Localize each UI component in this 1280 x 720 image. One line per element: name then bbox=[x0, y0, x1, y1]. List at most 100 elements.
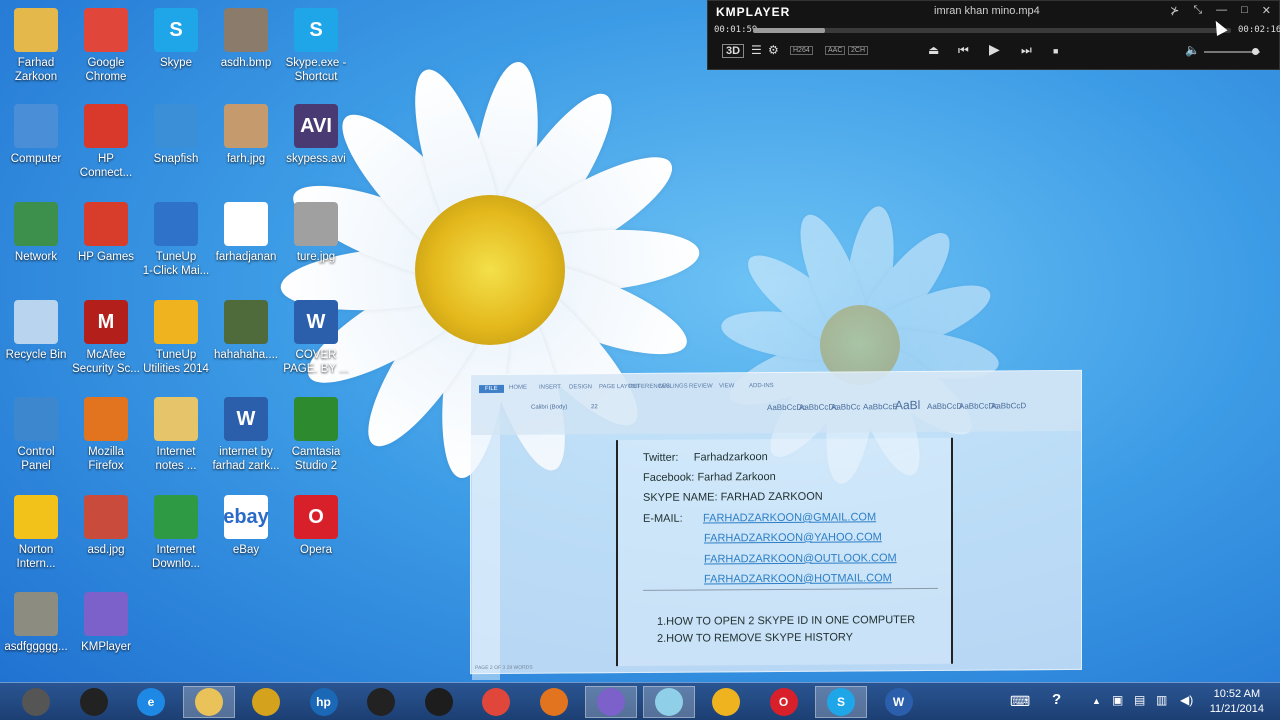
3d-button[interactable]: 3D bbox=[722, 44, 745, 58]
firefox-icon bbox=[539, 688, 568, 716]
previous-icon[interactable]: ⏮ bbox=[958, 43, 969, 58]
desktop-icon[interactable]: M McAfee Security Sc... bbox=[70, 300, 142, 376]
desktop-icon[interactable]: Norton Intern... bbox=[0, 495, 72, 571]
desktop-icon[interactable]: HP Connect... bbox=[70, 104, 142, 180]
volume-slider[interactable] bbox=[1204, 48, 1260, 55]
seek-bar[interactable] bbox=[753, 28, 1231, 33]
desktop-icon[interactable]: O Opera bbox=[280, 495, 352, 557]
system-clock[interactable]: 10:52 AM 11/21/2014 bbox=[1210, 687, 1264, 717]
volume-tray-icon[interactable]: ◀) bbox=[1180, 693, 1193, 707]
desktop-icon[interactable]: farh.jpg bbox=[210, 104, 282, 166]
desktop-icon[interactable]: ebay eBay bbox=[210, 495, 282, 557]
style-preset[interactable]: AaBbCcD bbox=[927, 402, 962, 411]
network-tray-icon[interactable]: ▥ bbox=[1156, 693, 1167, 707]
desktop-icon-label: HP bbox=[98, 153, 114, 165]
maximize-icon[interactable]: □ bbox=[1241, 4, 1248, 17]
desktop-icon[interactable]: AVI skypess.avi bbox=[280, 104, 352, 166]
desktop-icon[interactable]: asdfggggg... bbox=[0, 592, 72, 654]
next-icon[interactable]: ⏭ bbox=[1021, 43, 1032, 58]
ribbon-tab[interactable]: ADD-INS bbox=[749, 383, 774, 389]
ribbon-tab[interactable]: VIEW bbox=[719, 383, 734, 389]
close-icon[interactable]: ✕ bbox=[1262, 4, 1271, 17]
play-icon[interactable]: ▶ bbox=[989, 41, 1000, 58]
desktop-icon[interactable]: hahahaha.... bbox=[210, 300, 282, 362]
email-link[interactable]: FARHADZARKOON@HOTMAIL.COM bbox=[704, 572, 892, 585]
desktop-icon[interactable]: asdh.bmp bbox=[210, 8, 282, 70]
desktop-icon[interactable]: S Skype bbox=[140, 8, 212, 70]
playlist-icon[interactable]: ☰ bbox=[751, 43, 762, 57]
taskbar-button[interactable] bbox=[470, 686, 522, 718]
word-window[interactable]: Calibri (Body) 22 FILE HOME INSERT DESIGN PA… bbox=[470, 369, 1082, 675]
minimize-icon[interactable]: — bbox=[1216, 4, 1227, 17]
taskbar-button[interactable] bbox=[528, 686, 580, 718]
desktop-icon[interactable]: TuneUp 1-Click Mai... bbox=[140, 202, 212, 278]
desktop-icon[interactable]: Control Panel bbox=[0, 397, 72, 473]
taskbar-button[interactable]: O bbox=[758, 686, 810, 718]
settings-gear-icon[interactable]: ⚙ bbox=[768, 43, 779, 57]
taskbar-button[interactable]: hp bbox=[298, 686, 350, 718]
email-link[interactable]: FARHADZARKOON@GMAIL.COM bbox=[703, 511, 876, 524]
ribbon-tab[interactable]: MAILINGS bbox=[659, 384, 688, 390]
desktop-icon[interactable]: Farhad Zarkoon bbox=[0, 8, 72, 84]
ribbon-tab[interactable]: FILE bbox=[479, 384, 504, 394]
stop-icon[interactable]: ■ bbox=[1053, 46, 1058, 56]
desktop-icon[interactable]: Internet notes ... bbox=[140, 397, 212, 473]
tray-app-icon[interactable]: ▣ bbox=[1112, 693, 1123, 707]
taskbar-button[interactable] bbox=[413, 686, 465, 718]
ribbon-tab[interactable]: DESIGN bbox=[569, 384, 592, 390]
taskbar-button[interactable]: W bbox=[873, 686, 925, 718]
desktop-icon[interactable]: TuneUp Utilities 2014 bbox=[140, 300, 212, 376]
volume-icon[interactable]: 🔈 bbox=[1185, 43, 1200, 57]
desktop-icon[interactable]: Winternet by farhad zark... bbox=[210, 397, 282, 473]
volume-knob[interactable] bbox=[1252, 48, 1259, 55]
desktop-icon[interactable]: Computer bbox=[0, 104, 72, 166]
desktop-icon[interactable]: W COVER PAGE. BY ... bbox=[280, 300, 352, 376]
desktop-icon[interactable]: Recycle Bin bbox=[0, 300, 72, 362]
taskbar-button[interactable] bbox=[642, 686, 695, 718]
style-preset[interactable]: AaBl bbox=[895, 398, 920, 412]
taskbar-button[interactable]: e bbox=[125, 686, 177, 718]
eject-icon[interactable]: ⏏ bbox=[928, 43, 939, 57]
desktop-icon[interactable]: Mozilla Firefox bbox=[70, 397, 142, 473]
font-name-box[interactable]: Calibri (Body) bbox=[531, 404, 567, 410]
style-preset[interactable]: AaBbCcD bbox=[991, 401, 1026, 410]
show-hidden-icons-icon[interactable]: ▲ bbox=[1092, 696, 1101, 706]
font-size-box[interactable]: 22 bbox=[591, 404, 598, 410]
taskbar-button[interactable] bbox=[10, 686, 62, 718]
ribbon-tab[interactable]: HOME bbox=[509, 385, 527, 391]
taskbar-button[interactable] bbox=[585, 686, 637, 718]
tray-app-icon[interactable]: ▤ bbox=[1134, 693, 1145, 707]
taskbar-button[interactable] bbox=[240, 686, 292, 718]
desktop-icon[interactable]: ture.jpg bbox=[280, 202, 352, 264]
taskbar-button[interactable] bbox=[700, 686, 752, 718]
desktop-icon[interactable]: Internet Downlo... bbox=[140, 495, 212, 571]
taskbar-button[interactable]: S bbox=[815, 686, 867, 718]
help-icon[interactable]: ? bbox=[1052, 691, 1061, 708]
taskbar-button[interactable] bbox=[182, 686, 235, 718]
ribbon-tab[interactable]: REVIEW bbox=[689, 383, 713, 389]
style-preset[interactable]: AaBbCcE bbox=[863, 402, 898, 411]
word-document-icon: W bbox=[224, 397, 268, 441]
desktop-icon-label: Firefox bbox=[88, 460, 124, 472]
desktop-icon[interactable]: Snapfish bbox=[140, 104, 212, 166]
desktop-icon[interactable]: Google Chrome bbox=[70, 8, 142, 84]
keyboard-icon[interactable]: ⌨ bbox=[1010, 693, 1030, 710]
desktop-icon[interactable]: asd.jpg bbox=[70, 495, 142, 557]
desktop-icon[interactable]: Camtasia Studio 2 bbox=[280, 397, 352, 473]
video-codec-badge: H264 bbox=[790, 46, 813, 55]
desktop-icon[interactable]: S Skype.exe - Shortcut bbox=[280, 8, 352, 84]
pin-icon[interactable]: ⊁ bbox=[1170, 4, 1179, 17]
compact-icon[interactable]: ⤡ bbox=[1193, 4, 1202, 17]
email-link[interactable]: FARHADZARKOON@YAHOO.COM bbox=[704, 531, 882, 544]
kmplayer-window[interactable]: KMPLAYER imran khan mino.mp4 ⊁ ⤡ — □ ✕ 0… bbox=[707, 0, 1280, 70]
desktop-icon[interactable]: Network bbox=[0, 202, 72, 264]
desktop-icon[interactable]: HP Games bbox=[70, 202, 142, 264]
ribbon-tab[interactable]: INSERT bbox=[539, 385, 561, 391]
network-icon bbox=[14, 202, 58, 246]
taskbar-button[interactable] bbox=[68, 686, 120, 718]
taskbar-button[interactable] bbox=[355, 686, 407, 718]
desktop-icon[interactable]: farhadjanan bbox=[210, 202, 282, 264]
style-preset[interactable]: AaBbCc bbox=[831, 402, 860, 411]
desktop-icon[interactable]: KMPlayer bbox=[70, 592, 142, 654]
email-link[interactable]: FARHADZARKOON@OUTLOOK.COM bbox=[704, 552, 897, 565]
